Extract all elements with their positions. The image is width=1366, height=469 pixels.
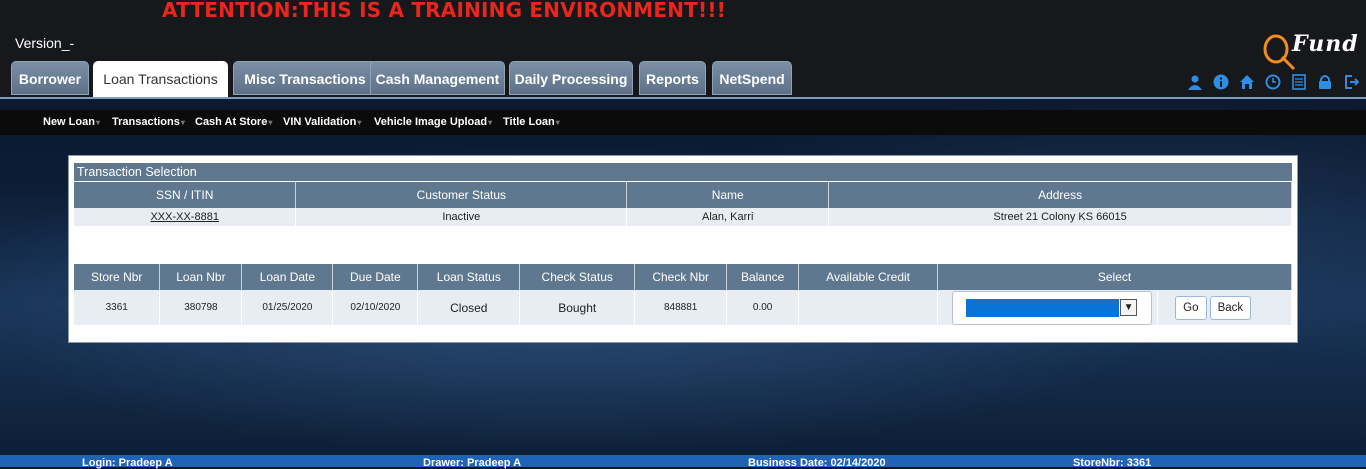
logout-icon[interactable] (1342, 74, 1360, 92)
logo-text: Fund (1292, 31, 1359, 57)
column-header: Store Nbr (74, 264, 161, 290)
customer-table: SSN / ITIN Customer Status Name Address … (74, 182, 1292, 226)
clock-icon[interactable] (1264, 74, 1282, 92)
address-cell: Street 21 Colony KS 66015 (828, 208, 1292, 226)
check-status-cell: Bought (519, 290, 636, 325)
subnav-new-loan[interactable]: New Loan▾ (43, 110, 100, 135)
tab-underline (0, 97, 1366, 99)
transaction-selection-panel: Transaction Selection SSN / ITIN Custome… (68, 155, 1298, 343)
home-icon[interactable] (1238, 74, 1256, 92)
lock-icon[interactable] (1316, 74, 1334, 92)
subnav-label: Vehicle Image Upload (374, 116, 488, 128)
check-nbr-cell: 848881 (634, 290, 728, 325)
qfund-logo: Fund (1260, 27, 1362, 71)
column-header: Available Credit (798, 264, 939, 290)
table-row: 3361 380798 01/25/2020 02/10/2020 Closed… (74, 290, 1292, 325)
due-date-cell: 02/10/2020 (332, 290, 419, 325)
subnav-label: Cash At Store (195, 116, 268, 128)
column-header: Check Status (519, 264, 636, 290)
table-header-row: SSN / ITIN Customer Status Name Address (74, 182, 1292, 208)
customer-name-cell: Alan, Karri (626, 208, 830, 226)
store-nbr-label: StoreNbr: 3361 (1073, 457, 1152, 469)
tab-netspend[interactable]: NetSpend (712, 61, 792, 95)
column-header: Loan Nbr (159, 264, 243, 290)
tab-reports[interactable]: Reports (639, 61, 706, 95)
user-icon[interactable] (1186, 74, 1204, 92)
subnav-label: Title Loan (503, 116, 555, 128)
top-bar: ATTENTION:THIS IS A TRAINING ENVIRONMENT… (0, 0, 1366, 98)
tab-loan-transactions[interactable]: Loan Transactions (93, 61, 228, 97)
calculator-icon[interactable] (1290, 74, 1308, 92)
table-row: XXX-XX-8881 Inactive Alan, Karri Street … (74, 208, 1292, 226)
chevron-down-icon: ▾ (180, 118, 185, 127)
tab-misc-transactions[interactable]: Misc Transactions (233, 61, 377, 95)
panel-title: Transaction Selection (74, 163, 1292, 181)
column-header: Loan Date (241, 264, 334, 290)
business-date-label: Business Date: 02/14/2020 (748, 457, 886, 469)
customer-status-cell: Inactive (295, 208, 628, 226)
table-header-row: Store Nbr Loan Nbr Loan Date Due Date Lo… (74, 264, 1292, 290)
loan-table: Store Nbr Loan Nbr Loan Date Due Date Lo… (74, 264, 1292, 325)
column-header: Loan Status (417, 264, 521, 290)
chevron-down-icon: ▾ (95, 118, 100, 127)
column-header: Select (937, 264, 1292, 290)
balance-cell: 0.00 (726, 290, 800, 325)
subnav-title-loan[interactable]: Title Loan▾ (503, 110, 560, 135)
chevron-down-icon[interactable]: ▼ (1120, 298, 1138, 316)
store-nbr-cell: 3361 (74, 290, 161, 325)
status-footer: Login: Pradeep A Drawer: Pradeep A Busin… (0, 455, 1366, 469)
subnav-vin-validation[interactable]: VIN Validation▾ (283, 110, 361, 135)
loan-nbr-cell: 380798 (159, 290, 243, 325)
chevron-down-icon: ▾ (488, 118, 493, 127)
training-banner: ATTENTION:THIS IS A TRAINING ENVIRONMENT… (162, 0, 726, 22)
go-button[interactable]: Go (1175, 295, 1207, 320)
transaction-select[interactable]: ▼ (952, 290, 1153, 325)
loan-date-cell: 01/25/2020 (241, 290, 334, 325)
back-button[interactable]: Back (1209, 295, 1252, 320)
column-header: Balance (726, 264, 800, 290)
tab-cash-management[interactable]: Cash Management (370, 61, 505, 95)
column-header: Customer Status (295, 182, 628, 208)
column-header: SSN / ITIN (74, 182, 297, 208)
drawer-label: Drawer: Pradeep A (423, 457, 522, 469)
loan-status-cell: Closed (417, 290, 521, 325)
chevron-down-icon: ▾ (357, 118, 362, 127)
ssn-link[interactable]: XXX-XX-8881 (150, 211, 218, 223)
tab-daily-processing[interactable]: Daily Processing (509, 61, 633, 95)
subnav-label: Transactions (112, 116, 180, 128)
tab-borrower[interactable]: Borrower (11, 61, 89, 95)
select-highlight[interactable] (966, 298, 1120, 317)
subnav-transactions[interactable]: Transactions▾ (112, 110, 185, 135)
sub-navigation: New Loan▾ Transactions▾ Cash At Store▾ V… (0, 110, 1366, 135)
version-label: Version_- (15, 35, 75, 51)
chevron-down-icon: ▾ (268, 118, 273, 127)
chevron-down-icon: ▾ (555, 118, 560, 127)
column-header: Address (828, 182, 1292, 208)
available-credit-cell (798, 290, 939, 325)
info-icon[interactable] (1212, 74, 1230, 92)
subnav-label: VIN Validation (283, 116, 357, 128)
column-header: Check Nbr (634, 264, 728, 290)
ssn-cell[interactable]: XXX-XX-8881 (74, 208, 297, 226)
subnav-cash-at-store[interactable]: Cash At Store▾ (195, 110, 272, 135)
divider (1157, 290, 1172, 325)
subnav-label: New Loan (43, 116, 95, 128)
column-header: Due Date (332, 264, 419, 290)
login-label: Login: Pradeep A (82, 457, 173, 469)
select-cell: ▼ Go Back (937, 290, 1292, 325)
column-header: Name (626, 182, 830, 208)
subnav-vehicle-image-upload[interactable]: Vehicle Image Upload▾ (374, 110, 492, 135)
